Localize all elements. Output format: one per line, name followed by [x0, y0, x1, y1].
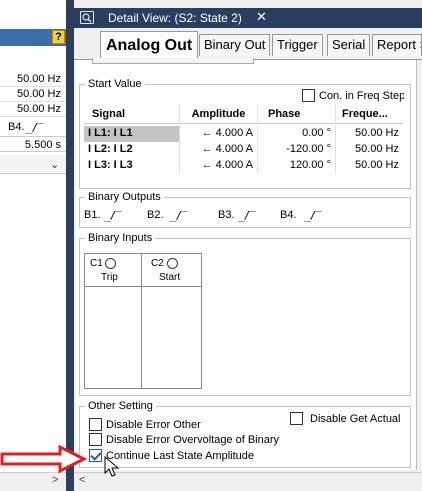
table-row[interactable]: I L2: I L2 ← 4.000 A -120.00 ° 50.00 Hz	[84, 142, 403, 158]
disable-get-actual-label: Disable Get Actual	[310, 413, 401, 425]
table-row[interactable]: I L3: I L3 ← 4.000 A 120.00 ° 50.00 Hz	[84, 158, 403, 174]
detail-view-icon	[80, 11, 94, 24]
switch-icon[interactable]: _/‾	[104, 209, 122, 222]
column-header-phase[interactable]: Phase	[258, 104, 336, 124]
left-freq-value: 50.00 Hz	[0, 87, 66, 102]
column-header-frequency[interactable]: Freque...	[336, 104, 403, 124]
binary-input-c2-id: C2	[151, 258, 164, 269]
switch-icon[interactable]: _/‾	[238, 209, 256, 222]
cell-amplitude[interactable]: ← 4.000 A	[180, 158, 258, 174]
binary-output-b2-label: B2.	[147, 209, 164, 221]
disable-error-other-checkbox[interactable]	[89, 418, 102, 431]
left-freq-value: 50.00 Hz	[0, 72, 66, 87]
scroll-right-arrow-icon[interactable]: >	[52, 474, 58, 486]
freq-step-label: Con. in Freq Step	[319, 90, 404, 102]
cell-frequency[interactable]: 50.00 Hz	[336, 158, 403, 174]
top-control-stub	[92, 58, 254, 64]
binary-input-c2-label: Start	[159, 272, 181, 283]
window-title: Detail View: (S2: State 2)	[108, 11, 242, 25]
column-header-signal[interactable]: Signal	[84, 104, 180, 124]
binary-input-c1-label: Trip	[101, 272, 118, 283]
cell-signal[interactable]: I L3: I L3	[84, 158, 180, 174]
tab-report[interactable]: Report S	[372, 34, 422, 56]
disable-error-other-label: Disable Error Other	[106, 419, 201, 431]
close-icon[interactable]: ✕	[256, 9, 267, 25]
disable-error-overvoltage-label: Disable Error Overvoltage of Binary	[106, 434, 280, 446]
cell-frequency[interactable]: 50.00 Hz	[336, 142, 403, 158]
left-b4-label: B4.	[8, 121, 25, 133]
cell-amplitude[interactable]: ← 4.000 A	[180, 142, 258, 158]
binary-input-c1-radio[interactable]	[105, 258, 116, 269]
pane-splitter[interactable]	[66, 0, 74, 491]
other-setting-legend: Other Setting	[85, 400, 156, 412]
disable-get-actual-checkbox[interactable]	[290, 412, 303, 425]
tab-serial[interactable]: Serial	[327, 34, 371, 56]
switch-icon[interactable]: _/‾	[304, 209, 322, 222]
cell-frequency[interactable]: 50.00 Hz	[336, 126, 403, 142]
binary-inputs-divider	[141, 253, 142, 389]
left-time-value: 5.500 s	[0, 136, 66, 152]
binary-inputs-legend: Binary Inputs	[85, 232, 156, 244]
cell-phase[interactable]: -120.00 °	[258, 142, 336, 158]
binary-output-b1-label: B1.	[84, 209, 101, 221]
switch-icon: _/‾	[26, 121, 44, 134]
cell-phase[interactable]: 120.00 °	[258, 158, 336, 174]
cell-signal[interactable]: I L2: I L2	[84, 142, 180, 158]
binary-outputs-legend: Binary Outputs	[85, 191, 164, 203]
left-freq-value: 50.00 Hz	[0, 102, 66, 117]
tab-analog-out[interactable]: Analog Out	[100, 31, 199, 60]
cell-amplitude[interactable]: ← 4.000 A	[180, 126, 258, 142]
binary-input-c1-id: C1	[90, 258, 103, 269]
scroll-left-arrow-icon[interactable]: <	[79, 474, 85, 486]
binary-output-b4-label: B4.	[280, 209, 297, 221]
help-icon[interactable]: ?	[52, 30, 65, 44]
tab-binary-out[interactable]: Binary Out	[199, 34, 271, 56]
switch-icon[interactable]: _/‾	[170, 209, 188, 222]
right-edge-strip	[416, 60, 422, 470]
horizontal-scrollbar[interactable]	[74, 472, 422, 491]
cell-signal[interactable]: I L1: I L1	[84, 126, 180, 142]
mouse-cursor-icon	[104, 456, 120, 477]
column-header-amplitude[interactable]: Amplitude	[180, 104, 258, 124]
freq-step-checkbox[interactable]	[302, 89, 315, 102]
table-header-row: Signal Amplitude Phase Freque...	[84, 104, 403, 124]
binary-output-b3-label: B3.	[218, 209, 235, 221]
binary-input-c2-radio[interactable]	[167, 258, 178, 269]
binary-inputs-divider	[84, 286, 202, 287]
cell-phase[interactable]: 0.00 °	[258, 126, 336, 142]
chevron-down-icon[interactable]: ⌄	[50, 158, 59, 171]
table-row[interactable]: I L1: I L1 ← 4.000 A 0.00 ° 50.00 Hz	[84, 126, 403, 142]
red-arrow-icon	[0, 444, 88, 474]
continue-last-state-label: Continue Last State Amplitude	[106, 450, 254, 462]
tab-trigger[interactable]: Trigger	[272, 34, 323, 56]
start-value-legend: Start Value	[85, 78, 145, 90]
